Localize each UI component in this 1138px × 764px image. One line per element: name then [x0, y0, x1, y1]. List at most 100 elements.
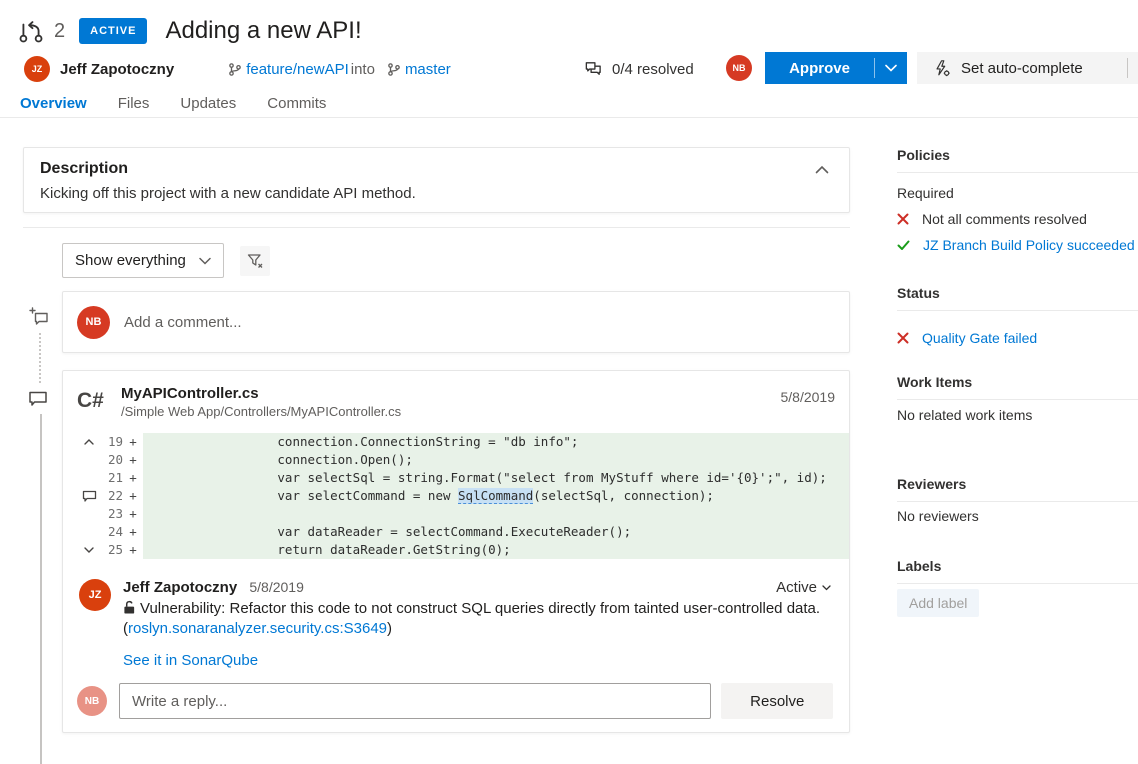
approve-button[interactable]: Approve [765, 52, 907, 84]
collapse-up-icon[interactable] [77, 439, 101, 445]
comment-status-dropdown[interactable]: Active [776, 579, 831, 596]
add-comment-icon [29, 307, 50, 328]
diff-sign: + [123, 541, 143, 559]
source-branch-link[interactable]: feature/newAPI [246, 61, 349, 78]
collapse-chevron-icon[interactable] [815, 165, 829, 174]
avatar: NB [726, 55, 752, 81]
thread-date: 5/8/2019 [781, 389, 836, 405]
diff-sign: + [123, 523, 143, 541]
diff-block: 19 + connection.ConnectionString = "db i… [63, 433, 849, 559]
collapse-down-icon[interactable] [77, 547, 101, 553]
file-header: C# MyAPIController.cs /Simple Web App/Co… [63, 385, 849, 429]
work-items-header: Work Items [897, 374, 1138, 400]
avatar: JZ [79, 579, 111, 611]
lock-icon [123, 600, 136, 615]
add-label-button[interactable]: Add label [897, 589, 979, 617]
policy-item: JZ Branch Build Policy succeeded [897, 237, 1138, 253]
pr-tabs: Overview Files Updates Commits [20, 95, 326, 112]
pr-number: 2 [54, 20, 65, 43]
set-autocomplete-button[interactable]: Set auto-complete [917, 52, 1138, 84]
work-items-empty: No related work items [897, 407, 1138, 423]
avatar: NB [77, 306, 110, 339]
branch-info: feature/newAPI into master [218, 61, 451, 78]
diff-line: 24 + var dataReader = selectCommand.Exec… [63, 523, 849, 541]
line-number: 23 [101, 505, 123, 523]
policy-item: Not all comments resolved [897, 211, 1138, 227]
rule-link[interactable]: roslyn.sonaranalyzer.security.cs:S3649 [128, 620, 387, 637]
pr-meta-row: JZ Jeff Zapotoczny feature/newAPI into m… [24, 55, 451, 83]
target-branch-link[interactable]: master [405, 61, 451, 78]
status-badge: ACTIVE [79, 18, 147, 44]
highlighted-token[interactable]: SqlCommand [458, 488, 533, 504]
comments-icon [583, 60, 603, 79]
code-text: connection.Open(); [143, 451, 849, 469]
diff-line: 21 + var selectSql = string.Format("sele… [63, 469, 849, 487]
quality-gate-link[interactable]: Quality Gate failed [922, 330, 1037, 346]
diff-sign: + [123, 487, 143, 505]
line-number: 19 [101, 433, 123, 451]
line-comment-icon[interactable] [77, 490, 101, 503]
reviewers-empty: No reviewers [897, 508, 1138, 524]
required-label: Required [897, 185, 1138, 201]
tab-files[interactable]: Files [118, 95, 150, 112]
code-text: connection.ConnectionString = "db info"; [143, 433, 849, 451]
chevron-down-icon[interactable] [875, 64, 907, 72]
code-text: var dataReader = selectCommand.ExecuteRe… [143, 523, 849, 541]
failed-x-icon [897, 213, 909, 225]
line-number: 22 [101, 487, 123, 505]
section-divider [23, 227, 850, 228]
diff-line: 23 + [63, 505, 849, 523]
comment-date: 5/8/2019 [249, 579, 304, 595]
comment-thread-icon [28, 390, 48, 409]
labels-header: Labels [897, 558, 1138, 584]
approve-label: Approve [765, 60, 874, 77]
diff-line: 19 + connection.ConnectionString = "db i… [63, 433, 849, 451]
tab-updates[interactable]: Updates [180, 95, 236, 112]
tab-overview[interactable]: Overview [20, 95, 87, 112]
resolved-indicator: 0/4 resolved [583, 60, 694, 79]
pull-request-icon [18, 18, 44, 44]
line-number: 20 [101, 451, 123, 469]
tab-commits[interactable]: Commits [267, 95, 326, 112]
reply-input[interactable] [119, 683, 711, 719]
code-text [143, 505, 849, 523]
description-card: Description Kicking off this project wit… [23, 147, 850, 213]
file-thread-card: C# MyAPIController.cs /Simple Web App/Co… [62, 370, 850, 733]
avatar: JZ [24, 56, 50, 82]
timeline-line [40, 414, 42, 764]
resolve-button[interactable]: Resolve [721, 683, 833, 719]
pull-request-page: 2 ACTIVE Adding a new API! JZ Jeff Zapot… [0, 0, 1138, 764]
diff-sign: + [123, 505, 143, 523]
branch-connector: into [351, 61, 375, 78]
timeline-dotted-line [39, 333, 41, 383]
diff-sign: + [123, 451, 143, 469]
code-text: var selectCommand = new SqlCommand(selec… [143, 487, 849, 505]
branch-icon [387, 62, 401, 77]
diff-sign: + [123, 469, 143, 487]
add-comment-input[interactable] [124, 314, 849, 331]
code-text: return dataReader.GetString(0); [143, 541, 849, 559]
avatar: NB [77, 686, 107, 716]
show-everything-dropdown[interactable]: Show everything [62, 243, 224, 278]
line-number: 24 [101, 523, 123, 541]
line-number: 21 [101, 469, 123, 487]
thread-comment: JZ Jeff Zapotoczny 5/8/2019 Vulnerabilit… [79, 579, 833, 670]
description-text: Kicking off this project with a new cand… [40, 185, 833, 202]
sonarqube-link[interactable]: See it in SonarQube [123, 652, 258, 669]
header-divider [0, 117, 1138, 118]
button-divider [1127, 58, 1128, 78]
status-item: Quality Gate failed [897, 330, 1138, 346]
passed-check-icon [897, 240, 910, 251]
clear-filter-button[interactable] [240, 246, 270, 276]
status-header: Status [897, 285, 1138, 311]
resolved-count: 0/4 resolved [612, 61, 694, 78]
reply-row: NB Resolve [77, 683, 833, 719]
file-name: MyAPIController.cs [121, 385, 259, 402]
policies-header: Policies [897, 147, 1138, 173]
code-text: var selectSql = string.Format("select fr… [143, 469, 849, 487]
comment-author: Jeff Zapotoczny [123, 579, 237, 596]
build-policy-link[interactable]: JZ Branch Build Policy succeeded [923, 237, 1135, 253]
diff-line: 22 + var selectCommand = new SqlCommand(… [63, 487, 849, 505]
file-path: /Simple Web App/Controllers/MyAPIControl… [121, 404, 401, 419]
description-title: Description [40, 160, 833, 178]
